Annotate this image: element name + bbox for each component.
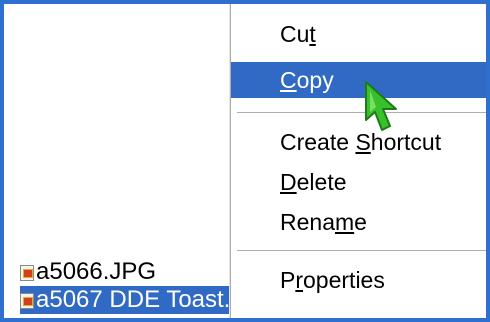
menu-item-delete[interactable]: Delete	[231, 164, 486, 200]
file-item-a5066[interactable]: a5066.JPG	[20, 258, 156, 286]
menu-item-create-shortcut[interactable]: Create Shortcut	[231, 124, 486, 160]
jpg-file-icon	[20, 264, 34, 281]
menu-item-copy[interactable]: Copy	[231, 62, 486, 98]
file-name: a5066.JPG	[36, 258, 157, 285]
jpg-file-icon	[20, 292, 34, 309]
menu-separator	[237, 250, 486, 252]
menu-item-rename[interactable]: Rename	[231, 204, 486, 240]
menu-item-properties[interactable]: Properties	[231, 262, 486, 298]
context-menu: Cut Copy Create Shortcut Delete Rename P…	[230, 4, 486, 318]
menu-item-cut[interactable]: Cut	[231, 16, 486, 52]
menu-separator	[237, 112, 486, 114]
file-list-pane[interactable]: a5066.JPG a5067 DDE Toast.JPG a5066 Cut …	[4, 4, 486, 318]
